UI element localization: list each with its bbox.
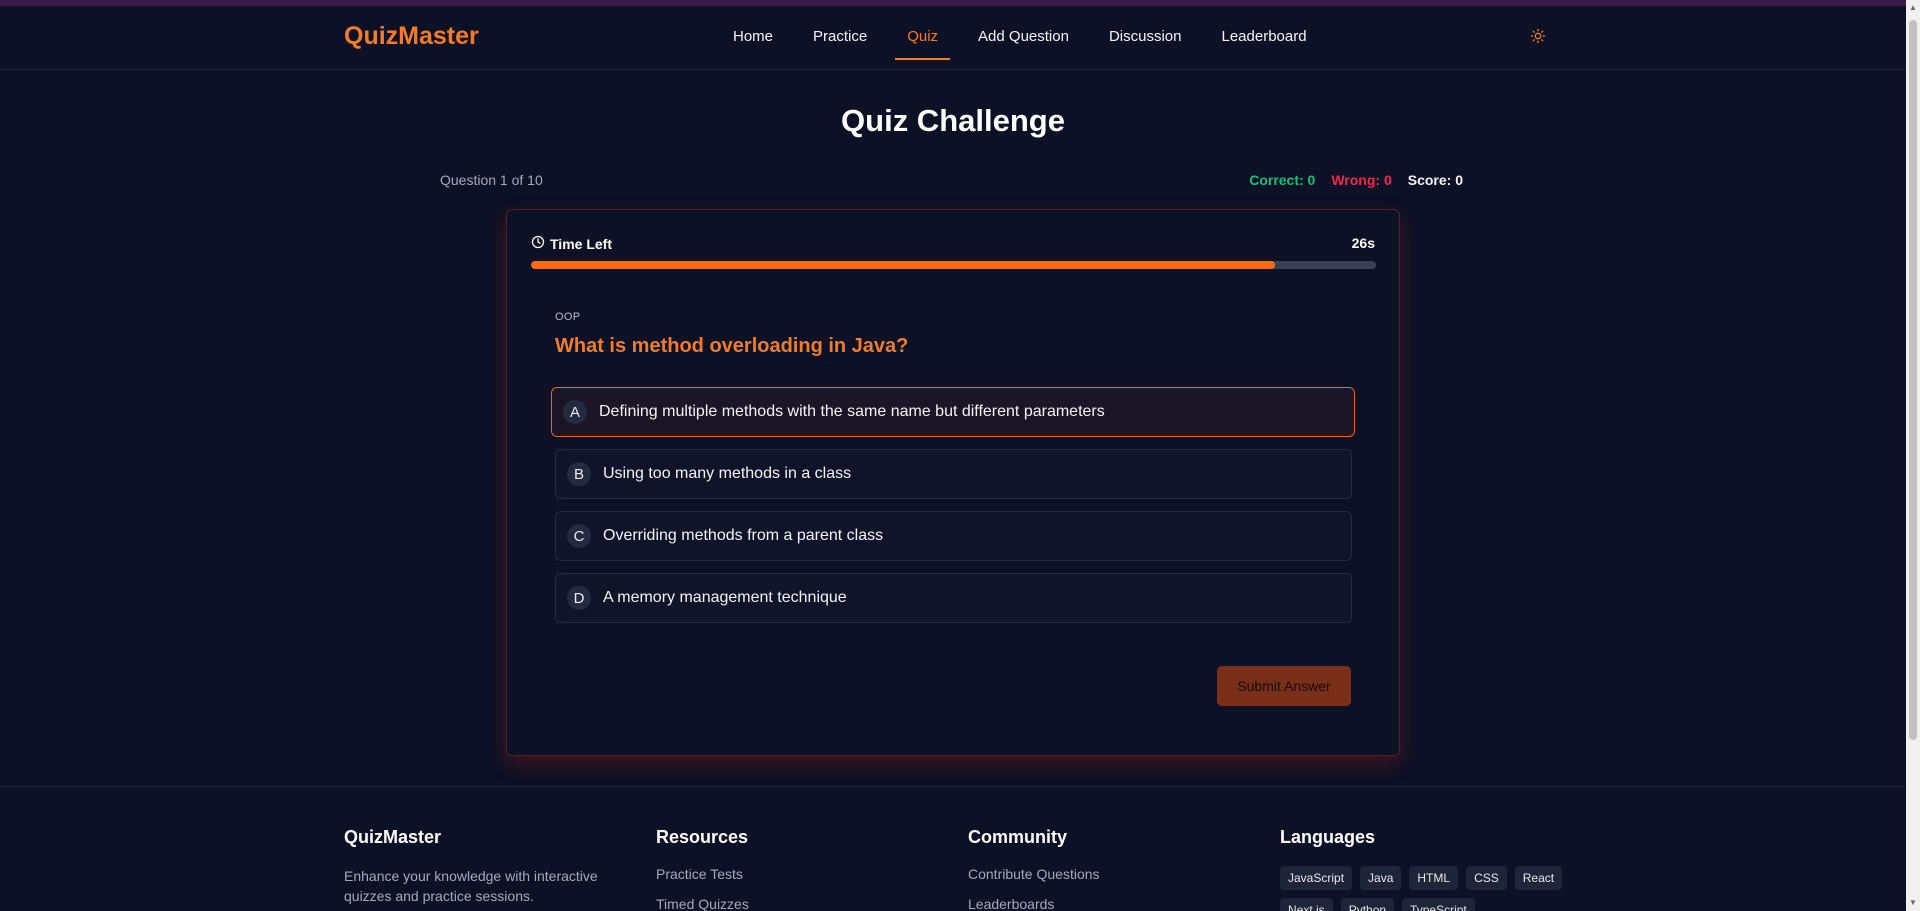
scroll-down-arrow-icon[interactable]: ▼ xyxy=(1909,899,1917,907)
option-text: Defining multiple methods with the same … xyxy=(599,403,1105,420)
language-tag[interactable]: Java xyxy=(1360,866,1402,890)
option-text: A memory management technique xyxy=(603,589,847,606)
footer-resources-column: Resources Practice Tests Timed Quizzes xyxy=(656,827,749,911)
footer-community-column: Community Contribute Questions Leaderboa… xyxy=(968,827,1100,911)
page-scrollbar[interactable]: ▲ ▼ xyxy=(1906,0,1920,911)
page-title: Quiz Challenge xyxy=(841,103,1065,138)
sun-icon[interactable] xyxy=(1530,28,1548,46)
nav-practice[interactable]: Practice xyxy=(813,28,867,45)
footer-brand-title: QuizMaster xyxy=(344,827,442,847)
option-letter: C xyxy=(567,524,591,548)
timer-progress-bar xyxy=(531,261,1376,269)
footer-brand-column: QuizMaster Enhance your knowledge with i… xyxy=(344,827,634,906)
footer-resources-title: Resources xyxy=(656,827,749,847)
footer-languages-title: Languages xyxy=(1280,827,1376,847)
option-letter: A xyxy=(563,400,587,424)
nav-add-question[interactable]: Add Question xyxy=(978,28,1069,45)
header: QuizMaster Home Practice Quiz Add Questi… xyxy=(0,6,1906,70)
scrollbar-thumb[interactable] xyxy=(1909,20,1917,740)
option-b[interactable]: B Using too many methods in a class xyxy=(555,449,1352,499)
score-count: Score: 0 xyxy=(1407,172,1463,188)
footer-link-contribute-questions[interactable]: Contribute Questions xyxy=(968,866,1100,882)
timer-label: Time Left xyxy=(531,235,612,252)
question-counter: Question 1 of 10 xyxy=(440,172,543,188)
footer-languages-column: Languages JavaScript Java HTML CSS React… xyxy=(1280,827,1570,911)
wrong-count: Wrong: 0 xyxy=(1331,172,1392,188)
option-text: Using too many methods in a class xyxy=(603,465,852,482)
language-tag[interactable]: Python xyxy=(1340,898,1395,911)
option-c[interactable]: C Overriding methods from a parent class xyxy=(555,511,1352,561)
brand-logo[interactable]: QuizMaster xyxy=(344,22,479,51)
option-letter: D xyxy=(567,586,591,610)
timer-value: 26s xyxy=(1351,235,1375,251)
footer-link-practice-tests[interactable]: Practice Tests xyxy=(656,866,749,882)
footer-brand-description: Enhance your knowledge with interactive … xyxy=(344,868,598,904)
clock-icon xyxy=(531,235,545,252)
language-tag[interactable]: HTML xyxy=(1409,866,1459,890)
timer-progress-fill xyxy=(531,261,1275,269)
footer: QuizMaster Enhance your knowledge with i… xyxy=(0,786,1906,911)
nav-quiz[interactable]: Quiz xyxy=(895,28,950,60)
main-nav: Home Practice Quiz Add Question Discussi… xyxy=(733,28,1347,60)
quiz-stats: Correct: 0 Wrong: 0 Score: 0 xyxy=(1249,172,1463,188)
option-d[interactable]: D A memory management technique xyxy=(555,573,1352,623)
scroll-up-arrow-icon[interactable]: ▲ xyxy=(1909,4,1917,12)
nav-leaderboard[interactable]: Leaderboard xyxy=(1221,28,1306,45)
page: QuizMaster Home Practice Quiz Add Questi… xyxy=(0,6,1906,911)
nav-discussion[interactable]: Discussion xyxy=(1109,28,1182,45)
correct-count: Correct: 0 xyxy=(1249,172,1316,188)
footer-community-title: Community xyxy=(968,827,1067,847)
nav-home[interactable]: Home xyxy=(733,28,773,45)
timer-label-text: Time Left xyxy=(550,235,612,252)
language-tag[interactable]: TypeScript xyxy=(1402,898,1475,911)
submit-answer-button[interactable]: Submit Answer xyxy=(1217,666,1351,706)
option-text: Overriding methods from a parent class xyxy=(603,527,884,544)
quiz-card: Time Left 26s OOP What is method overloa… xyxy=(506,209,1400,756)
language-tag[interactable]: Next.js xyxy=(1280,898,1333,911)
language-tag[interactable]: React xyxy=(1514,866,1563,890)
language-tag[interactable]: CSS xyxy=(1466,866,1507,890)
option-letter: B xyxy=(567,462,591,486)
footer-link-leaderboards[interactable]: Leaderboards xyxy=(968,896,1100,911)
question-text: What is method overloading in Java? xyxy=(555,335,909,357)
question-category: OOP xyxy=(555,311,581,323)
option-a[interactable]: A Defining multiple methods with the sam… xyxy=(551,387,1355,437)
language-tag[interactable]: JavaScript xyxy=(1280,866,1353,890)
language-tags: JavaScript Java HTML CSS React Next.js P… xyxy=(1280,866,1570,911)
footer-link-timed-quizzes[interactable]: Timed Quizzes xyxy=(656,896,749,911)
